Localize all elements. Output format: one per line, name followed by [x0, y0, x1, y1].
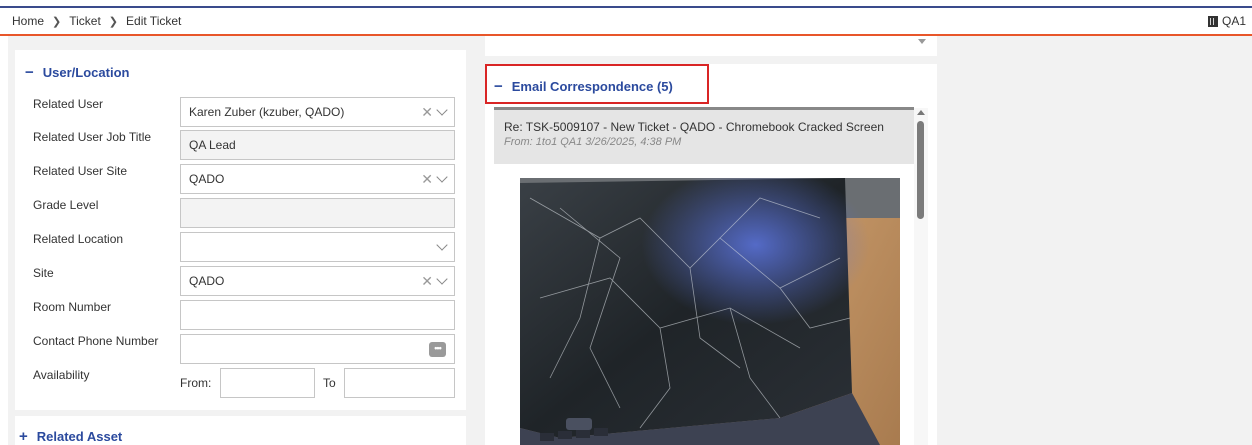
header-bar: Home ❯ Ticket ❯ Edit Ticket QA1 [0, 8, 1252, 36]
email-correspondence-title: Email Correspondence (5) [511, 79, 673, 94]
chevron-down-icon[interactable] [436, 273, 448, 285]
availability-range: From: To [180, 368, 455, 398]
clear-icon[interactable]: ✕ [421, 273, 433, 290]
user-location-panel: − User/Location Related User Karen Zuber… [15, 50, 466, 410]
breadcrumb-ticket[interactable]: Ticket [69, 14, 101, 28]
previous-section-panel [485, 36, 937, 56]
room-number-input[interactable] [180, 300, 455, 330]
availability-from-input[interactable] [220, 368, 315, 398]
chevron-down-icon[interactable] [436, 104, 448, 116]
email-subject: Re: TSK-5009107 - New Ticket - QADO - Ch… [504, 120, 884, 134]
breadcrumb-current: Edit Ticket [126, 14, 182, 28]
contact-phone-row: Contact Phone Number ••• [15, 334, 466, 364]
job-title-field: QA Lead [180, 130, 455, 160]
breadcrumb: Home ❯ Ticket ❯ Edit Ticket [12, 14, 181, 28]
grade-level-label: Grade Level [33, 198, 99, 212]
scrollbar-thumb[interactable] [917, 121, 924, 219]
grade-level-row: Grade Level [15, 198, 466, 228]
scroll-down-icon[interactable] [918, 39, 926, 44]
contact-phone-input[interactable]: ••• [180, 334, 455, 364]
site-badge-label: QA1 [1221, 14, 1246, 28]
clear-icon[interactable]: ✕ [421, 104, 433, 121]
job-title-value: QA Lead [189, 138, 236, 152]
collapse-icon[interactable]: − [494, 78, 503, 95]
chevron-down-icon[interactable] [436, 171, 448, 183]
user-site-label: Related User Site [33, 164, 128, 178]
availability-from-label: From: [180, 376, 212, 390]
related-user-value: Karen Zuber (kzuber, QADO) [189, 105, 345, 119]
related-asset-panel: + Related Asset [15, 416, 466, 445]
related-user-label: Related User [33, 97, 104, 111]
email-from: From: 1to1 QA1 3/26/2025, 4:38 PM [504, 136, 682, 148]
right-blank-area [937, 36, 1252, 445]
related-asset-header[interactable]: + Related Asset [19, 428, 122, 445]
breadcrumb-separator-icon: ❯ [108, 15, 119, 28]
related-location-label: Related Location [33, 232, 124, 246]
related-user-row: Related User Karen Zuber (kzuber, QADO) … [15, 97, 466, 127]
cracked-chromebook-image [520, 178, 900, 445]
related-user-select[interactable]: Karen Zuber (kzuber, QADO) ✕ [180, 97, 455, 127]
site-row: Site QADO ✕ [15, 266, 466, 296]
room-number-label: Room Number [33, 300, 112, 314]
related-location-row: Related Location [15, 232, 466, 262]
related-asset-title: Related Asset [36, 429, 123, 444]
availability-to-input[interactable] [344, 368, 455, 398]
left-edge [0, 36, 8, 445]
email-message-header[interactable]: Re: TSK-5009107 - New Ticket - QADO - Ch… [494, 110, 914, 164]
cropped-top-banner [0, 0, 1252, 8]
user-location-header[interactable]: − User/Location [25, 64, 129, 81]
job-title-row: Related User Job Title QA Lead [15, 130, 466, 160]
user-site-select[interactable]: QADO ✕ [180, 164, 455, 194]
related-location-select[interactable] [180, 232, 455, 262]
grade-level-field [180, 198, 455, 228]
email-attachment-photo [520, 178, 900, 445]
contact-phone-label: Contact Phone Number [33, 334, 159, 348]
breadcrumb-home[interactable]: Home [12, 14, 44, 28]
site-label: Site [33, 266, 54, 280]
more-dots-icon[interactable]: ••• [429, 341, 446, 357]
email-correspondence-header[interactable]: − Email Correspondence (5) [494, 78, 673, 95]
clear-icon[interactable]: ✕ [421, 171, 433, 188]
collapse-icon[interactable]: − [25, 64, 34, 81]
availability-row: Availability From: To [15, 368, 466, 398]
availability-to-label: To [323, 376, 336, 390]
room-number-row: Room Number [15, 300, 466, 330]
building-icon [1207, 15, 1218, 27]
site-badge[interactable]: QA1 [1207, 14, 1246, 28]
scroll-up-icon[interactable] [917, 110, 925, 115]
site-select[interactable]: QADO ✕ [180, 266, 455, 296]
site-value: QADO [189, 274, 225, 288]
user-site-value: QADO [189, 172, 225, 186]
user-site-row: Related User Site QADO ✕ [15, 164, 466, 194]
job-title-label: Related User Job Title [33, 130, 152, 144]
expand-icon[interactable]: + [19, 428, 28, 445]
availability-label: Availability [33, 368, 90, 382]
breadcrumb-separator-icon: ❯ [52, 15, 62, 28]
chevron-down-icon[interactable] [436, 239, 448, 251]
user-location-title: User/Location [42, 65, 130, 80]
